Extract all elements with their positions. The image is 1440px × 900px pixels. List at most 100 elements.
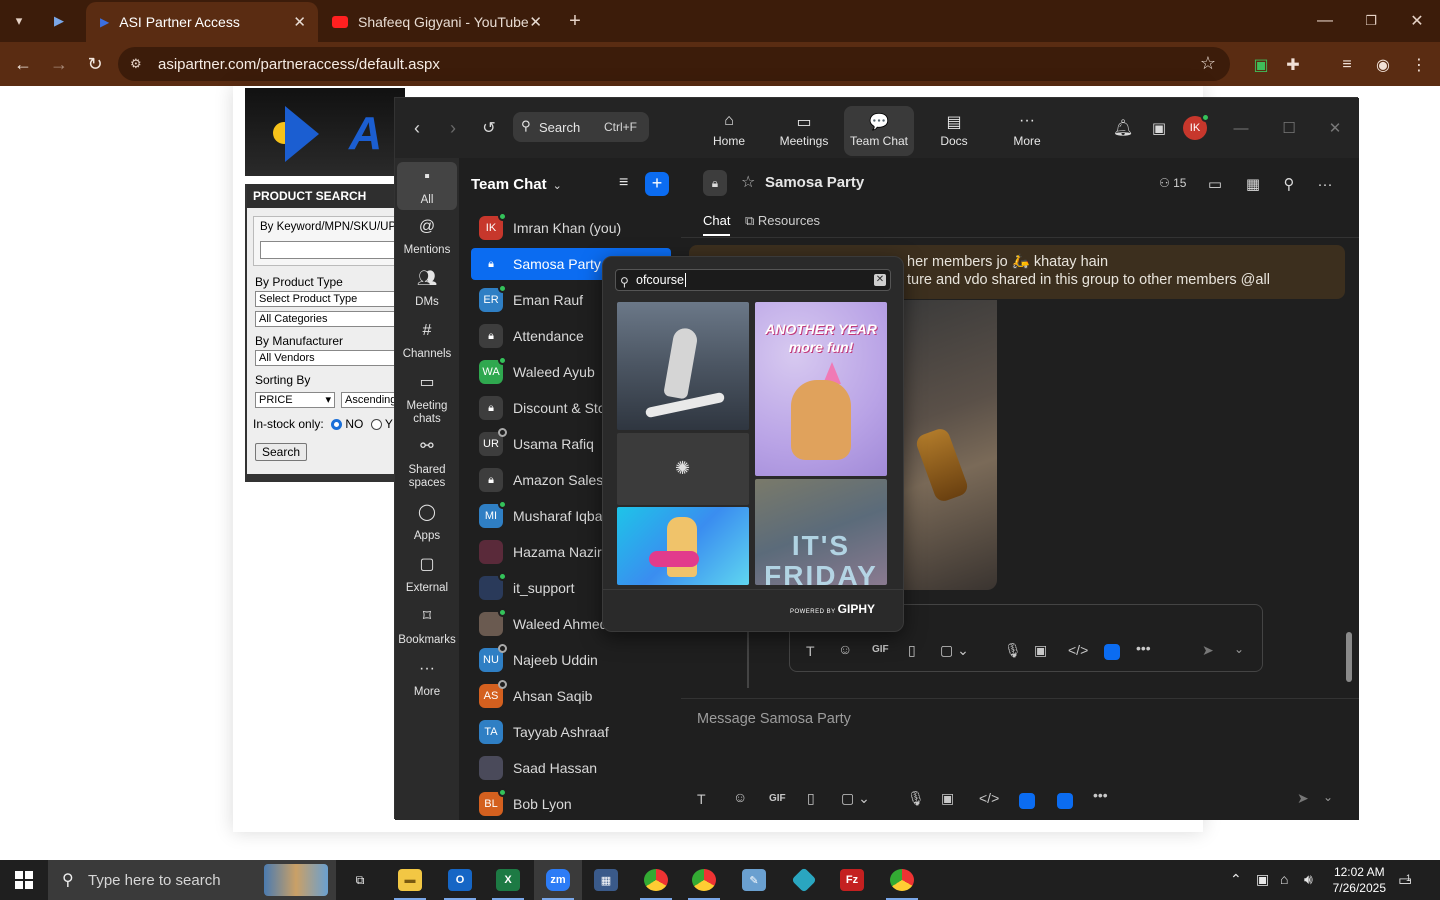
app-icon[interactable] <box>1019 793 1035 809</box>
close-tab-icon[interactable]: ✕ <box>293 13 306 31</box>
send-icon[interactable]: ➤ <box>1202 642 1214 659</box>
chat-list-item[interactable]: AS Ahsan Saqib <box>471 680 671 712</box>
zoom-taskbar-icon[interactable]: zm <box>534 860 582 900</box>
media-control-icon[interactable]: ≡ <box>1334 52 1360 78</box>
chrome-icon[interactable] <box>632 860 680 900</box>
reload-icon[interactable]: ↻ <box>80 49 110 79</box>
chrome-menu-icon[interactable]: ⋮ <box>1406 52 1432 78</box>
gift-icon[interactable]: ▣ <box>1147 116 1171 140</box>
forward-icon[interactable]: › <box>441 114 465 142</box>
start-button[interactable] <box>0 860 48 900</box>
file-icon[interactable]: ▯ <box>908 642 916 659</box>
new-chat-button[interactable]: + <box>645 172 669 196</box>
chat-list-item[interactable]: BL Bob Lyon <box>471 788 671 820</box>
vpn-app-icon[interactable] <box>780 860 828 900</box>
tab-asi-partner[interactable]: ▶ ASI Partner Access ✕ <box>86 2 318 42</box>
video-message-icon[interactable]: ▣ <box>941 790 954 807</box>
rail-all[interactable]: ▪ All <box>397 162 457 210</box>
file-icon[interactable]: ▯ <box>807 790 815 807</box>
gif-result[interactable] <box>617 507 749 585</box>
back-icon[interactable]: ‹ <box>405 114 429 142</box>
network-alert-icon[interactable]: ▣ <box>1256 871 1269 888</box>
emoji-icon[interactable]: ☺ <box>838 641 852 657</box>
keyword-input[interactable] <box>260 241 408 259</box>
gif-result[interactable]: ANOTHER YEAR more fun! <box>755 302 887 476</box>
category-select[interactable]: All Categories <box>255 311 407 327</box>
nav-home[interactable]: ⌂ Home <box>694 106 764 156</box>
tab-group-icon[interactable]: ▶ <box>46 8 72 34</box>
extension-vpn-icon[interactable]: ▣ <box>1248 52 1274 78</box>
gif-search-input[interactable]: ⚲ ofcourse ✕ <box>615 269 891 291</box>
forward-icon[interactable]: → <box>44 49 74 79</box>
history-icon[interactable]: ↺ <box>477 114 501 142</box>
chrome-alt-icon[interactable] <box>878 860 926 900</box>
nav-more[interactable]: ··· More <box>992 106 1062 156</box>
rail-shared-spaces[interactable]: ⚯ Shared spaces <box>397 439 457 490</box>
more-icon[interactable]: ••• <box>1093 787 1108 803</box>
profile-icon[interactable]: ◉ <box>1370 52 1396 78</box>
chevron-down-icon[interactable]: ⌄ <box>1234 642 1244 656</box>
format-text-icon[interactable]: T <box>806 643 815 659</box>
chevron-down-icon[interactable]: ⌄ <box>1323 790 1333 804</box>
app-icon[interactable] <box>1104 644 1120 660</box>
send-icon[interactable]: ➤ <box>1297 790 1309 807</box>
star-icon[interactable]: ☆ <box>741 172 755 192</box>
app-icon-2[interactable] <box>1057 793 1073 809</box>
filter-icon[interactable]: ≡ <box>619 174 628 192</box>
calculator-icon[interactable]: ▦ <box>582 860 630 900</box>
task-view-icon[interactable]: ⧉ <box>336 860 384 900</box>
member-count[interactable]: ⚇ 15 <box>1159 176 1186 190</box>
mic-icon[interactable]: 🎙︎ <box>1004 642 1022 659</box>
close-icon[interactable]: ✕ <box>1323 116 1347 140</box>
clear-icon[interactable]: ✕ <box>874 274 886 286</box>
nav-meetings[interactable]: ▭ Meetings <box>769 106 839 156</box>
chat-list-item[interactable]: Saad Hassan <box>471 752 671 784</box>
gif-result[interactable]: IT'S FRIDAY <box>755 479 887 585</box>
screenshot-icon[interactable]: ▢ ⌄ <box>841 790 870 807</box>
compose-area[interactable]: Message Samosa Party T ☺ GIF ▯ ▢ ⌄ 🎙︎ ▣ … <box>681 698 1359 820</box>
back-icon[interactable]: ← <box>8 49 38 79</box>
taskbar-search[interactable]: ⚲ Type here to search <box>48 860 336 900</box>
close-tab-icon[interactable]: ✕ <box>529 13 542 31</box>
chat-scrollbar[interactable] <box>1345 238 1353 698</box>
chrome-profile-icon[interactable] <box>680 860 728 900</box>
gif-result[interactable] <box>617 302 749 430</box>
excel-icon[interactable]: X <box>484 860 532 900</box>
volume-icon[interactable]: 🔊︎ <box>1304 871 1313 888</box>
maximize-icon[interactable]: ☐ <box>1277 116 1301 140</box>
product-search-button[interactable]: Search <box>255 443 308 461</box>
outlook-icon[interactable]: O <box>436 860 484 900</box>
more-icon[interactable]: ··· <box>1315 174 1335 194</box>
notification-icon[interactable]: ▭ 1 <box>1398 871 1412 889</box>
tab-resources[interactable]: ⧉ Resources <box>745 213 820 229</box>
emoji-icon[interactable]: ☺ <box>733 789 747 805</box>
calendar-icon[interactable]: ▦ <box>1243 174 1263 194</box>
taskbar-clock[interactable]: 12:02 AM 7/26/2025 <box>1333 864 1386 896</box>
user-avatar[interactable]: IK <box>1183 113 1210 140</box>
video-message-icon[interactable]: ▣ <box>1034 642 1047 659</box>
format-text-icon[interactable]: T <box>697 791 706 807</box>
minimize-icon[interactable]: — <box>1229 116 1253 140</box>
nav-docs[interactable]: ▤ Docs <box>919 106 989 156</box>
wifi-icon[interactable]: ⌂ <box>1280 871 1288 887</box>
chat-name[interactable]: Samosa Party <box>765 174 864 191</box>
code-icon[interactable]: </> <box>979 790 999 806</box>
rail-apps[interactable]: ◯ Apps <box>397 505 457 543</box>
bookmark-star-icon[interactable]: ☆ <box>1200 53 1216 74</box>
product-type-select[interactable]: Select Product Type <box>255 291 407 307</box>
code-icon[interactable]: </> <box>1068 642 1088 658</box>
filezilla-icon[interactable]: Fz <box>828 860 876 900</box>
notes-icon[interactable]: ✎ <box>730 860 778 900</box>
restore-icon[interactable]: ❐ <box>1356 8 1386 34</box>
file-explorer-icon[interactable]: ▬ <box>386 860 434 900</box>
team-chat-title[interactable]: Team Chat ⌄ <box>471 176 562 193</box>
vendor-select[interactable]: All Vendors <box>255 350 407 366</box>
instock-yes-radio[interactable] <box>370 419 382 430</box>
screenshot-icon[interactable]: ▢ ⌄ <box>940 642 969 659</box>
rail-mentions[interactable]: @ Mentions <box>397 219 457 257</box>
video-icon[interactable]: ▭ <box>1205 174 1225 194</box>
chat-list-item[interactable]: TA Tayyab Ashraaf <box>471 716 671 748</box>
address-bar[interactable]: ⚙ asipartner.com/partneraccess/default.a… <box>118 47 1230 81</box>
instock-no-radio[interactable] <box>331 419 343 430</box>
tab-youtube[interactable]: Shafeeq Gigyani - YouTube ✕ <box>318 2 554 42</box>
